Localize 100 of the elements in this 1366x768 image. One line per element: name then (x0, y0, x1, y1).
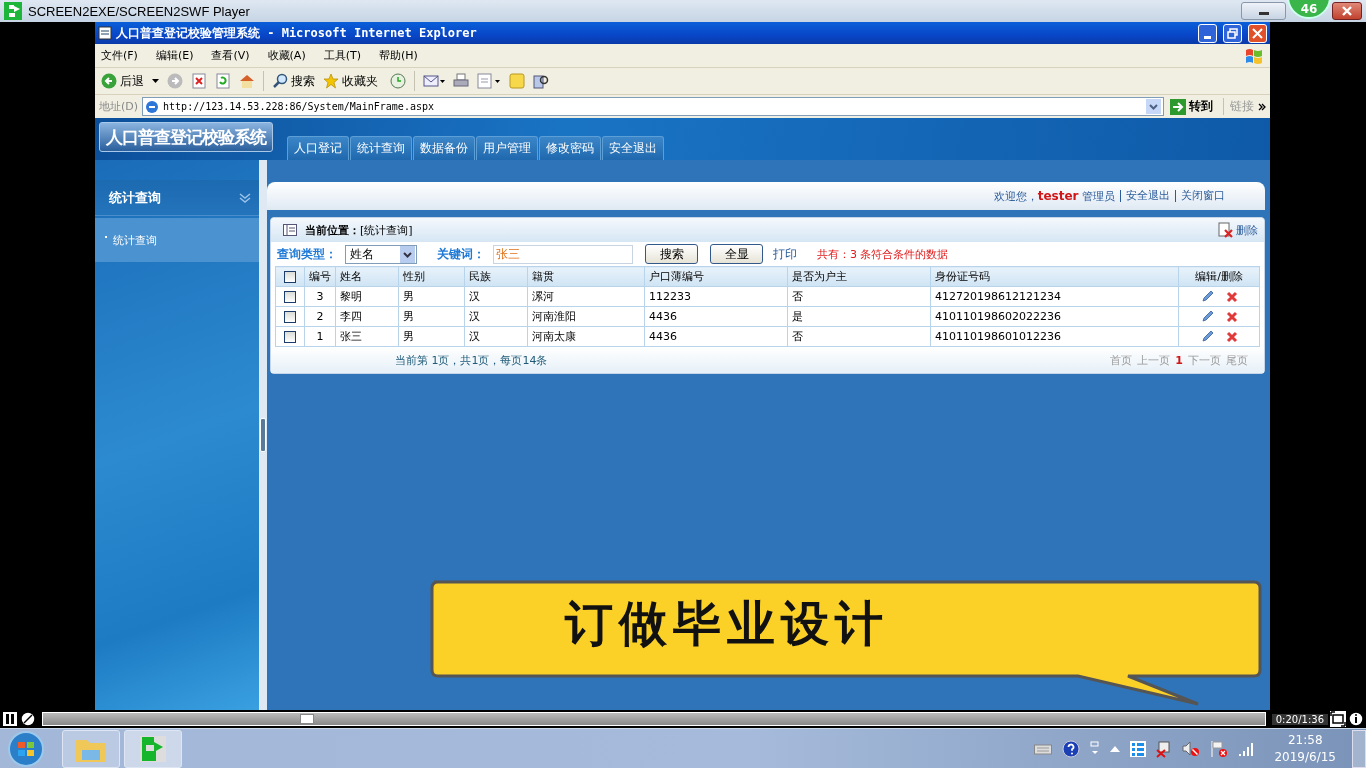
address-field[interactable]: http://123.14.53.228:86/System/MainFrame.aspx (142, 97, 1164, 116)
dropdown-icon[interactable] (1146, 99, 1161, 114)
welcome-text: 欢迎您，tester 管理员 (993, 188, 1115, 204)
search-icon (272, 73, 288, 89)
table-cell: 河南太康 (527, 326, 645, 347)
delete-icon[interactable] (1225, 330, 1238, 343)
nav-tab[interactable]: 安全退出 (602, 136, 664, 160)
address-label: 地址(D) (99, 99, 139, 114)
table-cell: 2 (304, 306, 336, 327)
flag-icon[interactable] (1210, 739, 1229, 758)
menu-item[interactable]: 收藏(A) (267, 48, 306, 63)
column-header: 编辑/删除 (1178, 266, 1260, 287)
browser-title: 人口普查登记校验管理系统 - Microsoft Internet Explorer (116, 24, 477, 42)
column-header: 姓名 (335, 266, 399, 287)
app-tray-icon[interactable] (1130, 740, 1147, 757)
table-cell: 漯河 (527, 286, 645, 307)
nav-tab[interactable]: 数据备份 (413, 136, 475, 160)
print-icon[interactable] (453, 73, 469, 89)
nav-tab[interactable]: 人口登记 (287, 136, 349, 160)
edit-icon[interactable] (1200, 330, 1214, 344)
column-header: 性别 (398, 266, 465, 287)
speaker-muted-icon[interactable] (1182, 740, 1201, 757)
minimize-button[interactable] (1241, 2, 1286, 20)
row-checkbox[interactable] (284, 331, 296, 343)
history-icon[interactable] (390, 73, 406, 89)
dropdown-caret-icon[interactable] (152, 79, 159, 83)
refresh-icon[interactable] (215, 73, 231, 89)
column-header: 是否为户主 (787, 266, 931, 287)
keyword-label: 关键词： (437, 245, 485, 263)
info-icon[interactable] (1348, 711, 1364, 727)
search-button[interactable]: 搜索 (272, 72, 319, 90)
favorites-button[interactable]: 收藏夹 (323, 72, 382, 90)
edit-icon[interactable] (477, 73, 501, 89)
pause-button[interactable] (2, 711, 18, 727)
column-header: 户口薄编号 (644, 266, 788, 287)
chevron-icon[interactable] (1258, 102, 1266, 111)
restore-button[interactable] (1223, 23, 1242, 43)
table-cell: 1 (304, 326, 336, 347)
header-link[interactable]: 安全退出 (1120, 190, 1170, 202)
search-form-button[interactable]: 全显 (710, 244, 763, 264)
search-form-button[interactable]: 搜索 (645, 244, 698, 264)
clock-date: 2019/6/15 (1274, 748, 1336, 766)
menu-item[interactable]: 帮助(H) (379, 48, 418, 63)
table-cell: 汉 (464, 306, 528, 327)
delete-link[interactable]: 删除 (1218, 222, 1258, 238)
column-header: 籍贯 (527, 266, 645, 287)
table-cell: 汉 (464, 326, 528, 347)
clock-time: 21:58 (1287, 731, 1323, 749)
nav-tab[interactable]: 用户管理 (476, 136, 538, 160)
delete-icon[interactable] (1225, 290, 1238, 303)
row-checkbox[interactable] (284, 311, 296, 323)
nav-tab[interactable]: 统计查询 (350, 136, 412, 160)
app-logo: 人口普查登记校验系统 (99, 122, 273, 152)
page-icon (98, 26, 112, 40)
back-button[interactable]: 后退 (101, 72, 148, 90)
menu-item[interactable]: 工具(T) (323, 48, 361, 63)
menu-item[interactable]: 编辑(E) (155, 48, 194, 63)
help-icon[interactable] (1062, 739, 1081, 758)
signal-icon[interactable] (1238, 741, 1255, 756)
fullscreen-icon[interactable] (1330, 711, 1346, 727)
keyboard-icon[interactable] (1034, 742, 1053, 755)
go-button[interactable]: 转到 (1168, 98, 1219, 115)
nav-tab[interactable]: 修改密码 (539, 136, 601, 160)
collapse-icon[interactable] (239, 192, 252, 203)
table-cell: 男 (398, 306, 465, 327)
column-header: 民族 (464, 266, 528, 287)
table-cell: 410110198601012236 (930, 326, 1179, 347)
splitter-handle[interactable] (260, 418, 267, 452)
playback-time: 0:20/1:36 (1271, 713, 1328, 725)
counter-badge: 46 (1287, 0, 1331, 19)
seek-thumb[interactable] (299, 714, 314, 724)
table-cell: 3 (304, 286, 336, 307)
list-icon (283, 224, 297, 236)
query-type-select[interactable]: 姓名 (345, 244, 417, 264)
table-cell: 男 (398, 326, 465, 347)
stop-icon[interactable] (191, 73, 207, 89)
header-link[interactable]: 关闭窗口 (1175, 190, 1225, 202)
expand-tray-icon[interactable] (1110, 745, 1121, 752)
query-type-label: 查询类型： (277, 245, 337, 263)
table-cell: 是 (787, 306, 931, 327)
menu-item[interactable]: 文件(F) (101, 48, 138, 63)
table-cell: 4436 (644, 326, 788, 347)
pager-link[interactable]: 1 (1175, 353, 1183, 367)
menu-item[interactable]: 查看(V) (211, 48, 250, 63)
print-link[interactable]: 打印 (773, 245, 797, 263)
edit-icon[interactable] (1200, 310, 1214, 324)
mute-icon[interactable] (20, 711, 36, 727)
edit-icon[interactable] (1200, 290, 1214, 304)
column-header: 身份证号码 (930, 266, 1179, 287)
seek-bar[interactable] (42, 712, 1266, 726)
close-button[interactable] (1332, 2, 1362, 20)
ie-page-icon (145, 99, 160, 114)
delete-icon[interactable] (1225, 310, 1238, 323)
select-all-checkbox[interactable] (284, 271, 296, 283)
table-cell: 否 (787, 286, 931, 307)
mail-icon[interactable] (423, 73, 445, 89)
home-icon[interactable] (239, 73, 255, 89)
player-title: SCREEN2EXE/SCREEN2SWF Player (28, 3, 250, 19)
callout-text: 订做毕业设计 (565, 594, 889, 653)
row-checkbox[interactable] (284, 291, 296, 303)
